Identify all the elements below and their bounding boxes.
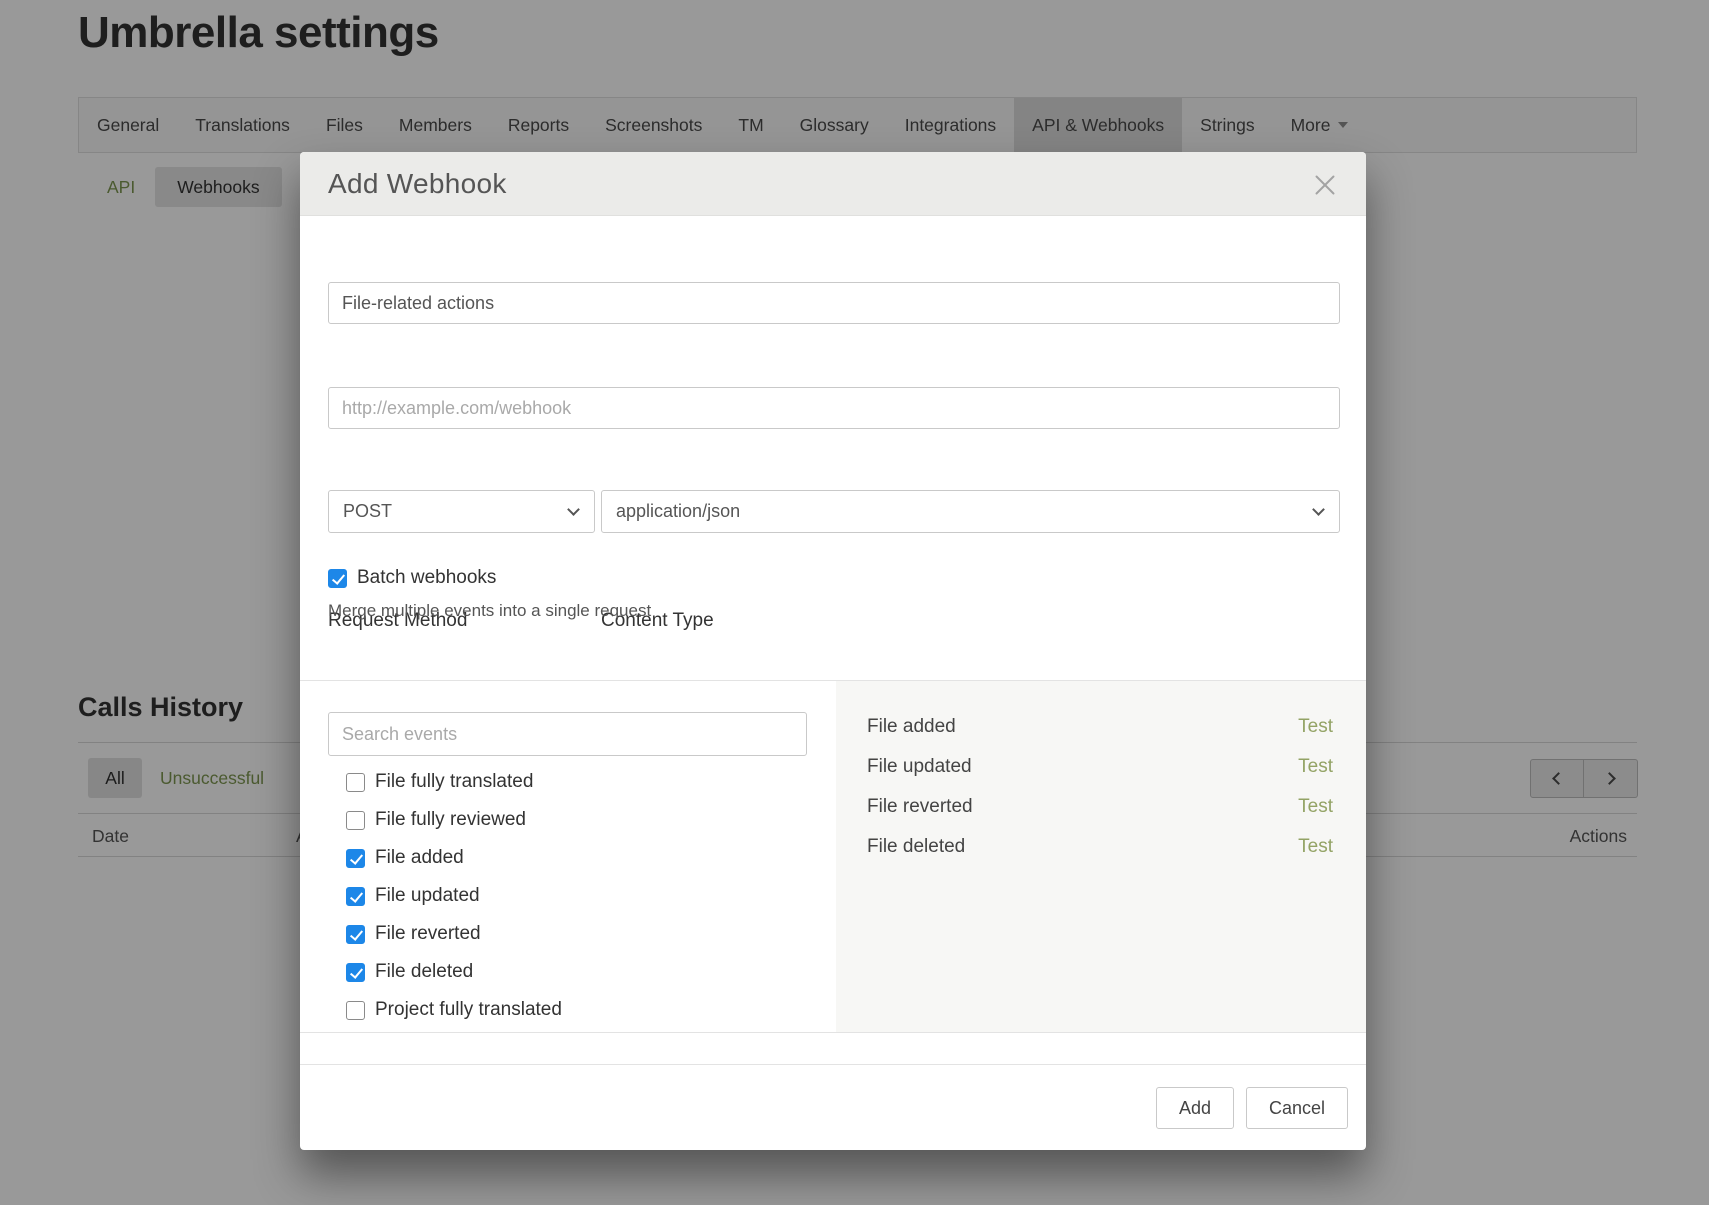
event-option-file-fully-reviewed[interactable]: File fully reviewed [346,801,836,839]
content-type-select[interactable]: application/json [601,490,1340,533]
add-webhook-modal: Add Webhook Name URL Request Method Cont… [300,152,1366,1150]
event-option-label: File fully translated [375,771,533,793]
test-link[interactable]: Test [1298,796,1333,818]
test-link[interactable]: Test [1298,716,1333,738]
request-method-value: POST [343,501,392,521]
modal-title: Add Webhook [328,152,507,216]
batch-webhooks-checkbox[interactable] [328,569,347,588]
selected-events-list: File added Test File updated Test File r… [867,707,1333,867]
event-option-file-added[interactable]: File added [346,839,836,877]
event-option-project-fully-translated[interactable]: Project fully translated [346,991,836,1029]
batch-webhooks-label: Batch webhooks [357,567,496,589]
event-option-label: File reverted [375,923,481,945]
event-option-file-fully-translated[interactable]: File fully translated [346,763,836,801]
checkbox[interactable] [346,963,365,982]
checkbox[interactable] [346,811,365,830]
event-option-label: File fully reviewed [375,809,526,831]
request-method-select[interactable]: POST [328,490,595,533]
add-button[interactable]: Add [1156,1087,1234,1129]
selected-event-row: File updated Test [867,747,1333,787]
test-link[interactable]: Test [1298,756,1333,778]
selected-event-row: File deleted Test [867,827,1333,867]
chevron-down-icon [1312,503,1325,516]
batch-webhooks-help: Merge multiple events into a single requ… [328,601,651,621]
event-option-label: File added [375,847,464,869]
selected-events-panel: File added Test File updated Test File r… [836,681,1366,1032]
selected-event-label: File reverted [867,796,973,818]
chevron-down-icon [567,503,580,516]
checkbox[interactable] [346,925,365,944]
url-input[interactable] [328,387,1340,429]
event-option-file-deleted[interactable]: File deleted [346,953,836,991]
event-option-label: File updated [375,885,480,907]
cancel-button[interactable]: Cancel [1246,1087,1348,1129]
checkbox[interactable] [346,849,365,868]
name-input[interactable] [328,282,1340,324]
selected-event-label: File updated [867,756,972,778]
selected-event-row: File added Test [867,707,1333,747]
batch-webhooks-row[interactable]: Batch webhooks [328,567,496,589]
events-checkbox-list: File fully translated File fully reviewe… [346,763,836,1029]
close-icon[interactable] [1312,172,1338,198]
divider [300,1064,1366,1065]
selected-event-label: File added [867,716,956,738]
selected-event-row: File reverted Test [867,787,1333,827]
test-link[interactable]: Test [1298,836,1333,858]
event-option-label: File deleted [375,961,473,983]
content-type-value: application/json [616,501,740,521]
events-picker-panel: File fully translated File fully reviewe… [300,681,836,1032]
event-option-file-updated[interactable]: File updated [346,877,836,915]
checkbox[interactable] [346,773,365,792]
modal-header: Add Webhook [300,152,1366,216]
event-option-file-reverted[interactable]: File reverted [346,915,836,953]
checkbox[interactable] [346,1001,365,1020]
checkbox[interactable] [346,887,365,906]
search-events-input[interactable] [328,712,807,756]
events-section: File added Test File updated Test File r… [300,680,1366,1033]
selected-event-label: File deleted [867,836,965,858]
event-option-label: Project fully translated [375,999,562,1021]
